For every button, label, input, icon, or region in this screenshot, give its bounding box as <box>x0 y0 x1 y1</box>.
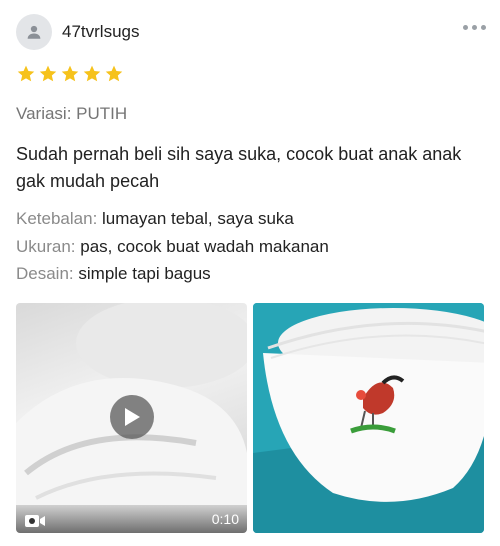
attribute-value: pas, cocok buat wadah makanan <box>80 237 329 256</box>
more-options-icon[interactable] <box>460 20 486 34</box>
attribute-key: Ukuran: <box>16 237 76 256</box>
variation-label: Variasi: PUTIH <box>16 104 128 123</box>
person-icon <box>27 25 41 39</box>
attribute-key: Desain: <box>16 264 74 283</box>
review-video[interactable]: 0:10 <box>16 303 247 533</box>
video-camera-icon <box>25 515 45 527</box>
attribute-value: lumayan tebal, saya suka <box>102 209 294 228</box>
review-photo[interactable] <box>253 303 484 533</box>
play-button[interactable] <box>110 395 154 439</box>
star-icon <box>105 65 123 82</box>
avatar[interactable] <box>16 14 52 50</box>
attribute-key: Ketebalan: <box>16 209 98 228</box>
star-icon <box>83 65 101 82</box>
star-icon <box>17 65 35 82</box>
username[interactable]: 47tvrlsugs <box>62 22 139 42</box>
attribute-size: Ukuran: pas, cocok buat wadah makanan <box>16 236 329 258</box>
play-icon <box>125 408 140 426</box>
bowl-photo <box>253 303 484 533</box>
star-rating <box>16 64 124 84</box>
attribute-design: Desain: simple tapi bagus <box>16 263 211 285</box>
review-text: Sudah pernah beli sih saya suka, cocok b… <box>16 144 462 191</box>
star-icon <box>39 65 57 82</box>
attribute-thickness: Ketebalan: lumayan tebal, saya suka <box>16 208 294 230</box>
attribute-value: simple tapi bagus <box>78 264 211 283</box>
star-icon <box>61 65 79 82</box>
video-duration: 0:10 <box>211 511 239 527</box>
review-header: 47tvrlsugs <box>16 14 486 52</box>
video-info-bar: 0:10 <box>16 505 247 533</box>
